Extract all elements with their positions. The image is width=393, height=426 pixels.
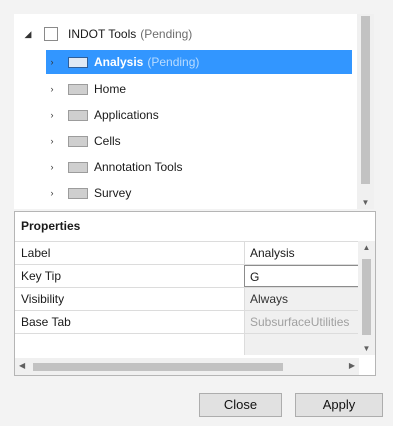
property-name: Base Tab xyxy=(21,315,71,329)
tab-icon xyxy=(68,109,88,121)
label-value-field[interactable]: Analysis xyxy=(244,242,359,264)
property-row-visibility[interactable]: Visibility Always xyxy=(15,287,359,310)
scrollbar-thumb[interactable] xyxy=(361,16,370,184)
expand-arrow-icon[interactable]: › xyxy=(46,162,58,172)
tree-root-label: INDOT Tools xyxy=(68,27,137,41)
properties-vertical-scrollbar[interactable]: ▲ ▼ xyxy=(358,241,375,355)
expand-arrow-icon[interactable]: › xyxy=(46,110,58,120)
tree-root-indot-tools[interactable]: ◢ INDOT Tools (Pending) xyxy=(22,22,192,46)
tab-icon xyxy=(68,135,88,147)
collapse-arrow-icon[interactable]: ◢ xyxy=(22,29,34,40)
tree-item-analysis[interactable]: › Analysis (Pending) xyxy=(46,50,352,74)
tree-item-status: (Pending) xyxy=(147,55,200,69)
tree-item-survey[interactable]: › Survey xyxy=(46,181,132,205)
expand-arrow-icon[interactable]: › xyxy=(46,136,58,146)
scroll-left-arrow-icon[interactable]: ◀ xyxy=(19,361,25,370)
tree-item-label: Annotation Tools xyxy=(94,160,183,174)
property-row-empty xyxy=(15,333,359,355)
ribbon-root-icon xyxy=(44,27,58,41)
tree-item-cells[interactable]: › Cells xyxy=(46,129,121,153)
empty-value-field xyxy=(244,334,359,355)
scroll-up-arrow-icon[interactable]: ▲ xyxy=(358,243,375,252)
tree-item-home[interactable]: › Home xyxy=(46,77,127,101)
property-name: Key Tip xyxy=(21,269,62,283)
properties-title: Properties xyxy=(21,219,81,233)
scroll-down-arrow-icon[interactable]: ▼ xyxy=(357,198,374,207)
scrollbar-thumb[interactable] xyxy=(33,363,283,371)
scroll-right-arrow-icon[interactable]: ▶ xyxy=(349,361,355,370)
properties-panel: Properties Label Analysis Key Tip G Visi… xyxy=(14,211,376,376)
tab-icon xyxy=(68,161,88,173)
visibility-value-field[interactable]: Always xyxy=(244,288,359,310)
expand-arrow-icon[interactable]: › xyxy=(46,57,58,67)
tab-icon xyxy=(68,83,88,95)
property-name: Visibility xyxy=(21,292,65,306)
tree-item-label: Cells xyxy=(94,134,121,148)
expand-arrow-icon[interactable]: › xyxy=(46,188,58,198)
tree-item-label: Applications xyxy=(94,108,159,122)
tree-vertical-scrollbar[interactable]: ▼ xyxy=(357,14,374,209)
tree-root-status: (Pending) xyxy=(140,27,193,41)
tree-item-label: Home xyxy=(94,82,127,96)
property-row-label[interactable]: Label Analysis xyxy=(15,241,359,264)
properties-horizontal-scrollbar[interactable]: ◀ ▶ xyxy=(15,358,359,375)
tab-icon xyxy=(68,56,88,68)
base-tab-value-field: SubsurfaceUtilities xyxy=(244,311,359,333)
apply-button[interactable]: Apply xyxy=(295,393,383,417)
property-name: Label xyxy=(21,246,51,260)
scroll-down-arrow-icon[interactable]: ▼ xyxy=(358,344,375,353)
tree-item-label: Analysis xyxy=(94,55,144,69)
tree-item-applications[interactable]: › Applications xyxy=(46,103,159,127)
scrollbar-thumb[interactable] xyxy=(362,259,371,335)
ribbon-tree-view[interactable]: ◢ INDOT Tools (Pending) › Analysis (Pend… xyxy=(14,14,374,209)
property-row-key-tip[interactable]: Key Tip G xyxy=(15,264,359,287)
close-button[interactable]: Close xyxy=(199,393,282,417)
tree-item-label: Survey xyxy=(94,186,132,200)
expand-arrow-icon[interactable]: › xyxy=(46,84,58,94)
key-tip-input[interactable]: G xyxy=(244,265,359,287)
tree-item-annotation-tools[interactable]: › Annotation Tools xyxy=(46,155,183,179)
property-row-base-tab[interactable]: Base Tab SubsurfaceUtilities xyxy=(15,310,359,333)
tab-icon xyxy=(68,187,88,199)
